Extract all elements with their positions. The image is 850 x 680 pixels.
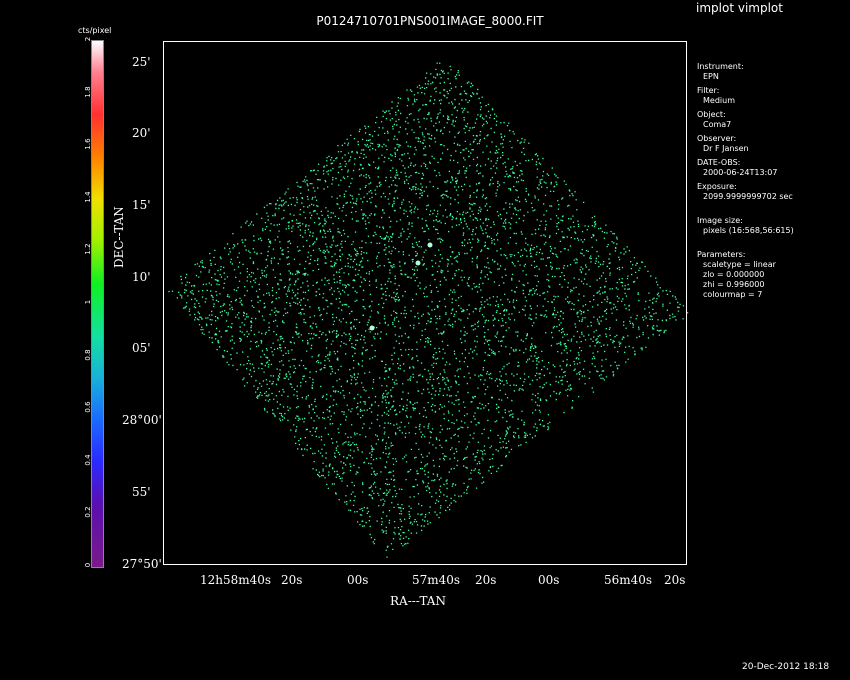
param-zlo: zlo = 0.000000 [703,270,765,279]
param-scaletype: scaletype = linear [703,260,776,269]
exposure-label: Exposure: [697,182,737,191]
param-zhi: zhi = 0.996000 [703,280,765,289]
observer-value: Dr F Jansen [703,144,749,153]
observer-label: Observer: [697,134,737,143]
filter-label: Filter: [697,86,720,95]
y-tick-label: 10' [132,270,151,284]
params-label: Parameters: [697,250,746,259]
x-tick-label: 20s [475,573,497,587]
implot-window: { "app_title": "implot vimplot", "plot_t… [0,0,850,680]
size-value: pixels (16:568,56:615) [703,226,794,235]
instrument-label: Instrument: [697,62,744,71]
object-value: Coma7 [703,120,732,129]
x-tick-label: 57m40s [412,573,461,587]
x-axis-label: RA---TAN [390,594,446,608]
exposure-value: 2099.9999999702 sec [703,192,793,201]
x-tick-label: 12h58m40s [200,573,272,587]
info-panel: Instrument: EPN Filter: Medium Object: C… [697,58,847,300]
date-value: 2000-06-24T13:07 [703,168,778,177]
y-tick-label: 25' [132,55,151,69]
y-tick-label: 05' [132,341,151,355]
timestamp: 20-Dec-2012 18:18 [742,662,830,672]
param-colourmap: colourmap = 7 [703,290,763,299]
y-tick-label: 28°00' [122,413,162,427]
x-tick-label: 00s [538,573,560,587]
y-axis-label: DEC--TAN [112,206,126,268]
size-label: Image size: [697,216,743,225]
x-tick-label: 20s [281,573,303,587]
x-tick-label: 20s [664,573,686,587]
y-tick-label: 27°50' [122,557,162,571]
x-tick-label: 00s [347,573,369,587]
y-tick-label: 15' [132,198,151,212]
x-tick-label: 56m40s [604,573,653,587]
filter-value: Medium [703,96,735,105]
y-tick-label: 20' [132,126,151,140]
instrument-value: EPN [703,72,719,81]
date-label: DATE-OBS: [697,158,741,167]
y-tick-label: 55' [132,485,151,499]
plot-frame [163,41,687,565]
object-label: Object: [697,110,726,119]
